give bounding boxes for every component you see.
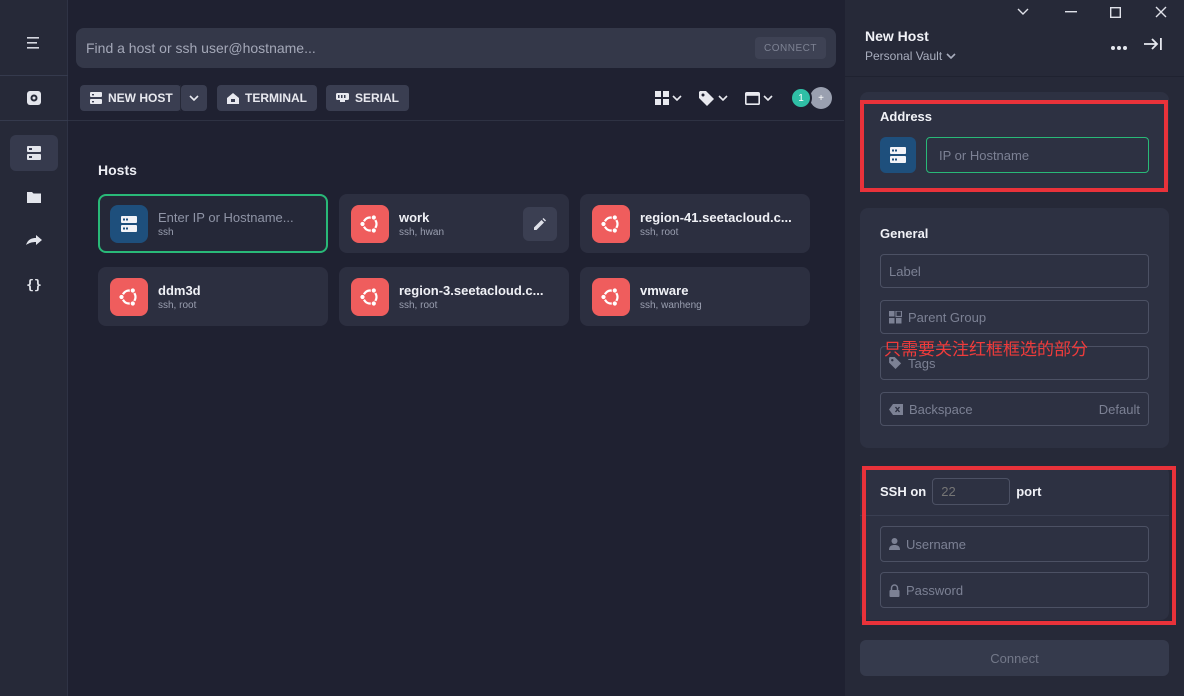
- host-card-region41[interactable]: region-41.seetacloud.c... ssh, root: [580, 194, 810, 253]
- host-protocol: ssh, wanheng: [640, 299, 702, 311]
- backspace-field[interactable]: Backspace Default: [880, 392, 1149, 426]
- chevron-down-icon: [763, 95, 773, 101]
- host-name: region-3.seetacloud.c...: [399, 282, 544, 298]
- nav-sftp-icon[interactable]: [10, 179, 58, 215]
- more-options-icon[interactable]: [1110, 38, 1128, 56]
- ubuntu-icon: [592, 204, 630, 243]
- host-name: Enter IP or Hostname...: [158, 209, 294, 225]
- ubuntu-icon: [592, 277, 630, 316]
- server-icon: [110, 204, 148, 243]
- nav-hosts-icon[interactable]: [10, 135, 58, 171]
- host-protocol: ssh: [158, 226, 174, 238]
- vault-name: Personal Vault: [865, 49, 943, 63]
- host-protocol: ssh, root: [399, 299, 438, 311]
- chevron-down-icon: [718, 95, 728, 101]
- sort-button[interactable]: [745, 88, 773, 108]
- vault-icon[interactable]: [10, 80, 58, 116]
- pencil-icon: [534, 218, 546, 230]
- add-member-avatar[interactable]: +: [810, 87, 832, 109]
- host-name: work: [399, 209, 430, 225]
- minimize-icon[interactable]: [1061, 4, 1081, 20]
- nav-port-forwarding-icon[interactable]: [10, 223, 58, 259]
- ubuntu-icon: [351, 204, 389, 243]
- backspace-label: Backspace: [909, 401, 973, 417]
- vault-selector[interactable]: Personal Vault: [865, 49, 956, 63]
- close-icon[interactable]: [1151, 4, 1171, 20]
- general-section: General Backspace Default: [860, 208, 1169, 448]
- highlight-box-ssh: [862, 466, 1176, 625]
- terminal-label: TERMINAL: [245, 91, 307, 105]
- maximize-icon[interactable]: [1105, 4, 1125, 20]
- serial-icon: [336, 93, 349, 102]
- host-name: ddm3d: [158, 282, 201, 298]
- chevron-down-icon: [189, 95, 199, 101]
- host-name: vmware: [640, 282, 689, 298]
- tag-icon: [699, 90, 714, 106]
- parent-group-field: [880, 300, 1149, 334]
- tags-filter-button[interactable]: [699, 88, 728, 108]
- terminal-button[interactable]: TERMINAL: [217, 85, 317, 111]
- new-host-label: NEW HOST: [108, 91, 173, 105]
- serial-label: SERIAL: [355, 91, 400, 105]
- host-name: region-41.seetacloud.c...: [640, 209, 792, 225]
- new-host-button[interactable]: NEW HOST: [80, 85, 181, 111]
- left-rail: {}: [0, 0, 68, 696]
- host-card-region3[interactable]: region-3.seetacloud.c... ssh, root: [339, 267, 569, 326]
- search-connect-button[interactable]: CONNECT: [755, 37, 826, 59]
- member-avatar[interactable]: 1: [790, 87, 812, 109]
- host-protocol: ssh, root: [158, 299, 197, 311]
- nav-snippets-icon[interactable]: {}: [10, 267, 58, 303]
- host-card-new[interactable]: Enter IP or Hostname... ssh: [98, 194, 328, 253]
- general-title: General: [880, 226, 929, 241]
- hosts-title: Hosts: [98, 162, 137, 178]
- chevron-down-icon: [672, 95, 682, 101]
- ubuntu-icon: [110, 277, 148, 316]
- serial-button[interactable]: SERIAL: [326, 85, 410, 111]
- host-card-ddm3d[interactable]: ddm3d ssh, root: [98, 267, 328, 326]
- backspace-icon: [889, 403, 903, 415]
- annotation-text: 只需要关注红框框选的部分: [884, 340, 1088, 359]
- search-bar: CONNECT: [76, 28, 836, 68]
- view-mode-button[interactable]: [655, 88, 682, 108]
- host-card-vmware[interactable]: vmware ssh, wanheng: [580, 267, 810, 326]
- host-card-work[interactable]: work ssh, hwan: [339, 194, 569, 253]
- calendar-icon: [745, 91, 760, 105]
- grid-icon: [655, 91, 669, 105]
- search-input[interactable]: [86, 28, 756, 68]
- menu-icon[interactable]: [10, 25, 58, 61]
- chevron-down-icon[interactable]: [1013, 4, 1033, 20]
- backspace-value: Default: [1098, 401, 1140, 417]
- connect-button[interactable]: Connect: [860, 640, 1169, 676]
- new-host-dropdown-button[interactable]: [181, 85, 207, 111]
- group-icon: [889, 310, 902, 323]
- label-field: [880, 254, 1149, 288]
- chevron-down-icon: [946, 53, 956, 59]
- host-protocol: ssh, hwan: [399, 226, 445, 238]
- host-protocol: ssh, root: [640, 226, 679, 238]
- parent-group-input[interactable]: [908, 309, 1140, 325]
- collapse-panel-icon[interactable]: [1143, 37, 1163, 56]
- panel-title: New Host: [865, 28, 929, 44]
- highlight-box-address: [860, 100, 1168, 192]
- server-icon: [90, 92, 102, 104]
- label-input[interactable]: [889, 263, 1140, 279]
- terminal-icon: [227, 92, 239, 104]
- ubuntu-icon: [351, 277, 389, 316]
- edit-host-button[interactable]: [523, 207, 557, 241]
